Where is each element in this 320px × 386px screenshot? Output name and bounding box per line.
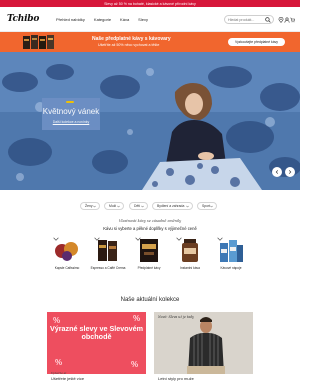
coffee-section-heading: Kávu si vyberte a pěkné doplňky s výjime… [103,226,197,231]
chip-sport[interactable]: Sport [197,202,217,210]
category-coffee-drinks[interactable]: Kávové nápoje [213,237,249,283]
sale-shop-card[interactable]: % % % % Výrazné slevy ve Slevovém obchod… [47,312,146,374]
category-chips: Ženy Muži Děti Bydlení a zahrada Sport [0,202,300,212]
hero-text-box: Květnový vánek Další kolekce a novinky [42,98,100,130]
promo-title: Naše předplatné kávy s kávovary [92,36,171,42]
chevron-down-icon [117,205,120,208]
chip-kids[interactable]: Děti [129,202,148,210]
hero-link[interactable]: Další kolekce a novinky [42,120,100,124]
chip-label: Bydlení a zahrada [157,204,185,208]
hero-accent-bar [66,101,74,103]
hero-title: Květnový vánek [42,107,100,116]
subscription-promo-banner[interactable]: Naše předplatné kávy s kávovary Ušetříte… [0,32,300,52]
coffee-section-kicker: Vlastnosti kávy se zásadně změnily [118,219,182,223]
nav-item-categories[interactable]: Kategorie [94,17,111,22]
category-capsules[interactable]: Kapsle Cafissimo [49,237,85,283]
tchibo-logo[interactable]: Tchibo [7,14,39,24]
chip-label: Děti [134,204,141,208]
chip-label: Ženy [85,204,93,208]
search-input[interactable] [228,17,266,23]
promo-cta-button[interactable]: Vyzkoušejte předplatné kávy [228,38,285,46]
sale-card-kicker: Vyberte si [51,371,67,375]
cart-icon[interactable] [290,17,295,23]
site-header: Tchibo Přehled nabídky Kategorie Káva Sl… [0,7,300,32]
search-icon[interactable] [265,17,271,23]
logo-text: Tchibo [7,14,40,24]
percent-icon: % [55,358,63,367]
chip-home-garden[interactable]: Bydlení a zahrada [152,202,193,210]
chevron-down-icon [210,205,213,208]
percent-icon: % [131,360,139,369]
announcement-text: Slevy až 50 % na bohaté, klasické a kávo… [104,1,196,6]
hero-next-button[interactable] [285,167,295,177]
promo-subtitle: Ušetříte až 50% něco vychovat a těšte [98,43,160,47]
nav-item-offers[interactable]: Přehled nabídky [56,17,85,22]
chip-men[interactable]: Muži [104,202,124,210]
mens-shirt-photo [187,317,225,374]
main-nav: Přehled nabídky Kategorie Káva Slevy [56,17,148,22]
category-label: Kávové nápoje [220,266,242,270]
chevron-down-icon [217,237,223,241]
collections-title: Naše aktuální kolekce [120,297,180,303]
sale-card-caption[interactable]: Ušetřete ještě více [51,376,84,381]
chevron-right-icon [288,170,292,174]
announcement-bar[interactable]: Slevy až 50 % na bohaté, klasické a kávo… [0,0,300,7]
chevron-down-icon [94,237,100,241]
chip-label: Sport [202,204,211,208]
hero-banner[interactable]: Květnový vánek Další kolekce a novinky [0,52,300,190]
chevron-down-icon [53,237,59,241]
sale-card-title: Výrazné slevy ve Slevovém obchodě [49,324,144,342]
search-box[interactable] [224,15,274,24]
chevron-down-icon [93,205,96,208]
chevron-down-icon [176,237,182,241]
mens-card-caption[interactable]: Letní styly pro muže [158,376,194,381]
category-subscription[interactable]: Předplatné kávy [131,237,167,283]
chevron-down-icon [186,205,189,208]
percent-icon: % [133,314,141,323]
category-espresso[interactable]: Espresso a Caffè Crema [90,237,126,283]
chevron-down-icon [135,237,141,241]
mens-collection-card[interactable]: Nové: Sleva už je tady [154,312,253,374]
chevron-down-icon [141,205,144,208]
chip-label: Muži [109,204,117,208]
chevron-left-icon [275,170,279,174]
hero-prev-button[interactable] [272,167,282,177]
nav-item-sale[interactable]: Slevy [138,17,148,22]
chip-women[interactable]: Ženy [80,202,100,210]
nav-item-coffee[interactable]: Káva [120,17,129,22]
coffee-packages-image [23,35,54,49]
category-instant[interactable]: Instantní káva [172,237,208,283]
